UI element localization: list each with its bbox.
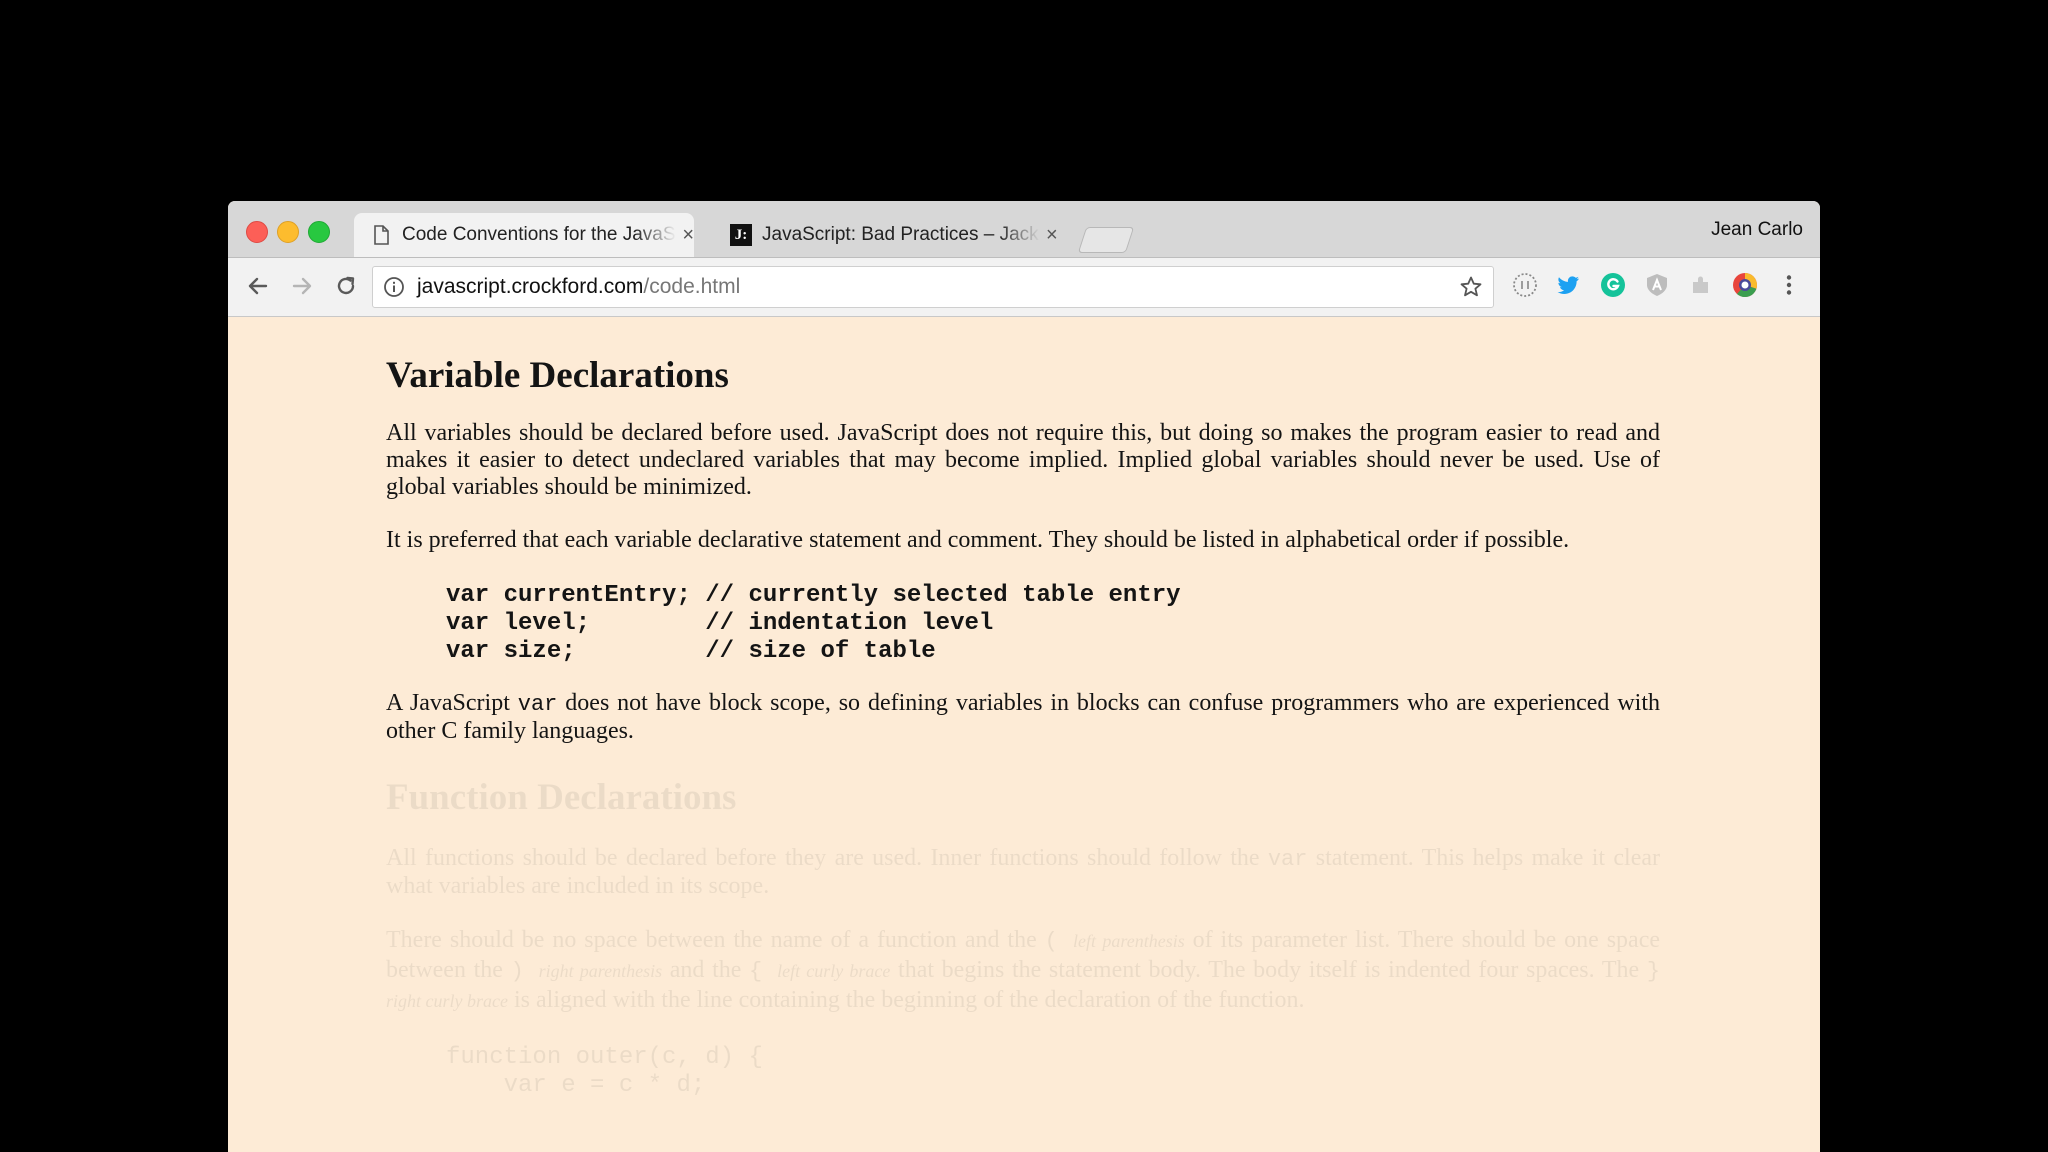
text: There should be no space between the nam… [386,927,1045,953]
new-tab-button[interactable] [1077,227,1135,253]
tab-bad-practices[interactable]: J: JavaScript: Bad Practices – Jack × [714,213,1058,257]
tab-title: Code Conventions for the JavaScript [402,224,676,245]
url-domain: javascript.crockford.com [417,275,644,298]
minimize-window-button[interactable] [277,221,299,243]
address-bar[interactable]: javascript.crockford.com/code.html [372,266,1494,308]
puzzle-extension-icon[interactable] [1688,272,1714,298]
paragraph: It is preferred that each variable decla… [386,527,1570,553]
text: that begins the statement body. The body… [890,957,1647,983]
paragraph: A JavaScript var does not have block sco… [386,690,1660,745]
text: left curly brace [777,961,891,981]
menu-dots-icon[interactable] [1776,272,1802,298]
color-extension-icon[interactable] [1732,272,1758,298]
text: left parenthesis [1072,931,1185,951]
text: is aligned with the line containing the … [507,987,1305,1013]
browser-window: Code Conventions for the JavaScript × J:… [228,201,1820,1152]
text: right curly brace [386,991,508,1011]
text: right parenthesis [538,961,663,981]
tab-bar: Code Conventions for the JavaScript × J:… [228,201,1820,257]
code-block: var currentEntry; // currently selected … [446,582,1181,665]
toolbar: javascript.crockford.com/code.html [228,258,1820,317]
code-block: function outer(c, d) { var e = c * d; [446,1044,763,1099]
document-icon [374,225,389,245]
back-icon[interactable] [242,270,274,302]
paragraph: All functions should be declared before … [386,845,1660,900]
forward-icon[interactable] [286,270,318,302]
site-favicon-icon: J: [730,224,752,246]
profile-name[interactable]: Jean Carlo [1711,219,1803,241]
url-path: /code.html [643,275,741,298]
extension-dotted-icon[interactable] [1512,272,1538,298]
close-window-button[interactable] [246,221,268,243]
zoom-window-button[interactable] [308,221,330,243]
close-tab-icon[interactable]: × [1046,224,1058,247]
twitter-icon[interactable] [1556,272,1582,298]
shield-extension-icon[interactable] [1644,272,1670,298]
text: A JavaScript [386,690,518,716]
text: All functions should be declared before … [386,845,1268,871]
page-content: Variable Declarations All variables shou… [386,353,1660,1100]
bookmark-star-icon[interactable] [1459,275,1483,299]
faded-section: Function Declarations All functions shou… [386,775,1660,1100]
paragraph: All variables should be declared before … [386,420,1660,500]
inline-code: { [749,959,778,984]
inline-code: } [1646,959,1661,984]
inline-code: ( [1044,929,1073,954]
section-heading: Variable Declarations [386,355,729,396]
text: does not have block scope, so defining v… [386,690,1660,744]
tab-title: JavaScript: Bad Practices – Jack [762,224,1039,245]
site-info-icon[interactable] [383,276,405,298]
paragraph: There should be no space between the nam… [386,926,1660,1016]
inline-code: ) [510,959,539,984]
grammarly-icon[interactable] [1600,272,1626,298]
text: and the [662,957,750,983]
url-text: javascript.crockford.com/code.html [417,275,740,299]
section-heading: Function Declarations [386,777,737,818]
tab-code-conventions[interactable]: Code Conventions for the JavaScript × [354,213,694,257]
close-tab-icon[interactable]: × [682,224,694,247]
reload-icon[interactable] [330,270,362,302]
inline-code: var [1267,847,1308,872]
inline-code: var [517,692,558,717]
